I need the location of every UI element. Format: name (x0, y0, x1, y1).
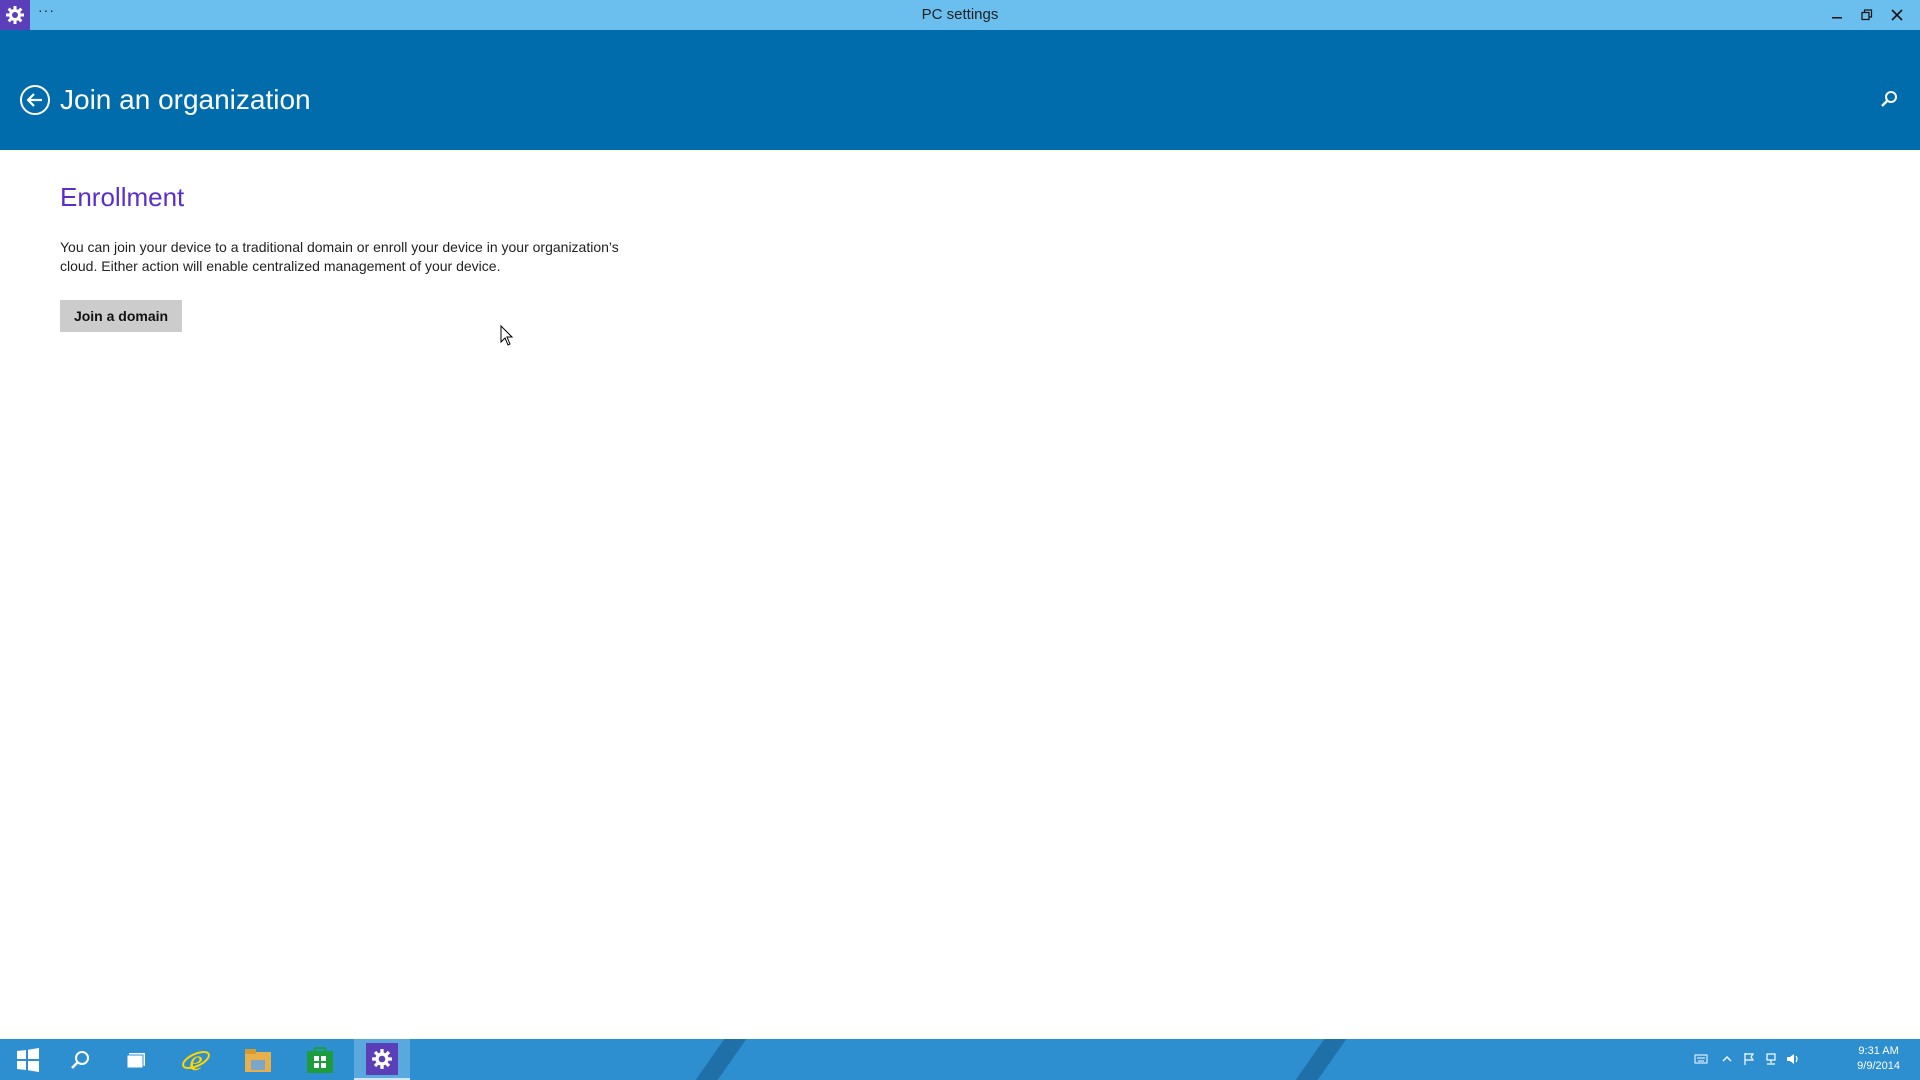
keyboard-icon[interactable] (1694, 1052, 1708, 1066)
taskbar: e 9:31 AM 9/9/2014 (0, 1039, 1920, 1080)
start-button[interactable] (0, 1039, 56, 1080)
back-button[interactable] (19, 84, 51, 116)
window-title: PC settings (921, 6, 999, 23)
pc-settings-icon (366, 1042, 398, 1075)
close-button[interactable] (1882, 0, 1912, 30)
volume-icon[interactable] (1786, 1052, 1800, 1066)
start-icon (17, 1047, 39, 1072)
svg-text:e: e (189, 1045, 202, 1075)
clock-time: 9:31 AM (1858, 1045, 1899, 1057)
search-icon (71, 1050, 89, 1069)
network-icon[interactable] (1764, 1052, 1778, 1066)
taskbar-decoration (1295, 1039, 1347, 1080)
file-explorer-icon (245, 1048, 271, 1072)
taskbar-search-button[interactable] (52, 1039, 108, 1080)
search-icon (1881, 91, 1897, 107)
chevron-up-icon[interactable] (1720, 1052, 1734, 1066)
system-tray: 9:31 AM 9/9/2014 (1680, 1039, 1920, 1080)
task-view-icon (126, 1052, 145, 1068)
store-icon (307, 1046, 333, 1073)
task-view-button[interactable] (108, 1039, 164, 1080)
pc-settings-taskbar-button[interactable] (354, 1039, 410, 1080)
page-header: Join an organization (0, 30, 1920, 150)
join-domain-button[interactable]: Join a domain (60, 300, 182, 332)
taskbar-decoration (695, 1039, 747, 1080)
page-title: Join an organization (60, 84, 311, 115)
back-arrow-icon (20, 85, 50, 115)
restore-button[interactable] (1852, 0, 1882, 30)
internet-explorer-button[interactable]: e (168, 1039, 224, 1080)
enrollment-description: You can join your device to a traditiona… (60, 239, 619, 274)
action-center-flag-icon[interactable] (1742, 1052, 1756, 1066)
restore-icon (1861, 9, 1873, 21)
internet-explorer-icon: e (182, 1045, 210, 1075)
minimize-button[interactable] (1822, 0, 1852, 30)
clock-date: 9/9/2014 (1857, 1060, 1900, 1072)
mouse-cursor-icon (500, 325, 514, 346)
file-explorer-button[interactable] (230, 1039, 286, 1080)
search-button[interactable] (1878, 88, 1900, 110)
taskbar-clock[interactable]: 9:31 AM 9/9/2014 (1857, 1044, 1900, 1074)
minimize-icon (1832, 17, 1842, 19)
close-icon (1891, 9, 1903, 21)
store-button[interactable] (292, 1039, 348, 1080)
section-title-enrollment: Enrollment (60, 182, 185, 212)
title-bar: ··· PC settings (0, 0, 1920, 30)
